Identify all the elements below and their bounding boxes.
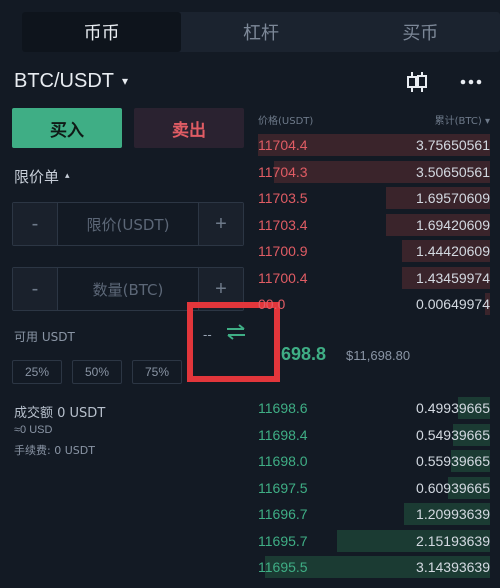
chevron-down-icon: ▾ [122, 74, 129, 88]
bid-row[interactable]: 11698.6 0.49939665 [258, 397, 490, 419]
order-price: 11703.4 [258, 216, 308, 233]
order-total: 2.15193639 [416, 532, 490, 549]
pair-label: BTC/USDT [14, 69, 114, 92]
order-price: 11698.6 [258, 400, 308, 416]
ask-row[interactable]: 11704.3 3.50650561 [258, 160, 490, 183]
order-price: 11696.7 [258, 506, 308, 522]
ask-row[interactable]: 00.0 0.00649974 [258, 293, 490, 315]
bid-row[interactable]: 11698.0 0.55939665 [258, 450, 490, 472]
trade-fee: 手续费: 0 USDT [14, 444, 95, 457]
order-total: 1.69570609 [416, 190, 490, 206]
bid-row[interactable]: 11697.5 0.60939665 [258, 476, 490, 499]
amount-increase-button[interactable]: + [199, 268, 243, 310]
ask-row[interactable]: 11700.9 1.44420609 [258, 240, 490, 262]
order-total: 3.50650561 [416, 163, 490, 180]
orderbook-header: 价格(USDT) 累计(BTC) ▾ [258, 112, 490, 128]
price-decrease-button[interactable]: - [13, 203, 57, 245]
order-total: 3.14393639 [416, 559, 490, 575]
order-total: 0.00649974 [416, 296, 490, 312]
order-total: 1.69420609 [416, 216, 490, 233]
swap-icon[interactable] [224, 322, 248, 342]
price-column-header: 价格(USDT) [258, 116, 314, 127]
trade-total: 成交额 0 USDT [14, 406, 106, 421]
order-price: 00.0 [258, 296, 286, 312]
amount-decrease-button[interactable]: - [13, 268, 57, 310]
sell-button[interactable]: 卖出 [134, 108, 244, 148]
order-total: 3.75650561 [416, 137, 490, 153]
percent-buttons: 25% 50% 75% [12, 360, 182, 384]
order-price: 11695.5 [258, 559, 308, 575]
last-price: 698.8 [281, 344, 327, 364]
tab-spot[interactable]: 币币 [22, 12, 182, 52]
order-total: 0.60939665 [416, 479, 490, 496]
bid-row[interactable]: 11698.4 0.54939665 [258, 423, 490, 446]
ask-row[interactable]: 11700.4 1.43459974 [258, 266, 490, 289]
percent-75-button[interactable]: 75% [132, 360, 182, 384]
candlestick-icon[interactable] [404, 70, 430, 94]
price-increase-button[interactable]: + [199, 203, 243, 245]
percent-50-button[interactable]: 50% [72, 360, 122, 384]
order-price: 11695.7 [258, 532, 308, 549]
order-price: 11698.4 [258, 426, 308, 443]
pair-selector[interactable]: BTC/USDT ▾ [14, 68, 128, 94]
price-input[interactable]: 限价(USDT) [57, 203, 199, 245]
order-price: 11698.0 [258, 453, 308, 469]
order-total: 0.55939665 [416, 453, 490, 469]
buy-button[interactable]: 买入 [12, 108, 122, 148]
order-price: 11697.5 [258, 479, 308, 496]
bid-row[interactable]: 11696.7 1.20993639 [258, 503, 490, 525]
market-tabs: 币币 杠杆 买币 [22, 12, 500, 52]
amount-stepper: - 数量(BTC) + [12, 267, 244, 311]
order-price: 11704.4 [258, 137, 308, 153]
order-type-selector[interactable]: 限价单 ▴ [14, 165, 70, 187]
percent-25-button[interactable]: 25% [12, 360, 62, 384]
available-label: 可用 USDT [14, 330, 75, 344]
amount-input[interactable]: 数量(BTC) [57, 268, 199, 310]
more-icon[interactable] [458, 70, 484, 94]
total-column-header[interactable]: 累计(BTC) ▾ [435, 112, 490, 127]
tab-buy-crypto[interactable]: 买币 [341, 12, 500, 52]
ask-row[interactable]: 11704.4 3.75650561 [258, 134, 490, 156]
bid-row[interactable]: 11695.7 2.15193639 [258, 529, 490, 552]
bid-row[interactable]: 11695.5 3.14393639 [258, 556, 490, 578]
order-total: 1.20993639 [416, 506, 490, 522]
order-price: 11703.5 [258, 190, 308, 206]
order-price: 11700.9 [258, 243, 308, 259]
order-total: 0.54939665 [416, 426, 490, 443]
triangle-up-icon: ▴ [65, 171, 70, 181]
order-total: 1.44420609 [416, 243, 490, 259]
tab-margin[interactable]: 杠杆 [181, 12, 340, 52]
last-price-fiat: $11,698.80 [346, 348, 411, 363]
available-value: -- [203, 327, 212, 342]
order-price: 11700.4 [258, 269, 308, 286]
trade-total-usd: ≈0 USD [14, 424, 53, 436]
order-total: 0.49939665 [416, 400, 490, 416]
ask-row[interactable]: 11703.5 1.69570609 [258, 187, 490, 209]
ask-row[interactable]: 11703.4 1.69420609 [258, 213, 490, 236]
order-price: 11704.3 [258, 163, 308, 180]
order-total: 1.43459974 [416, 269, 490, 286]
price-stepper: - 限价(USDT) + [12, 202, 244, 246]
order-type-label: 限价单 [14, 167, 60, 186]
